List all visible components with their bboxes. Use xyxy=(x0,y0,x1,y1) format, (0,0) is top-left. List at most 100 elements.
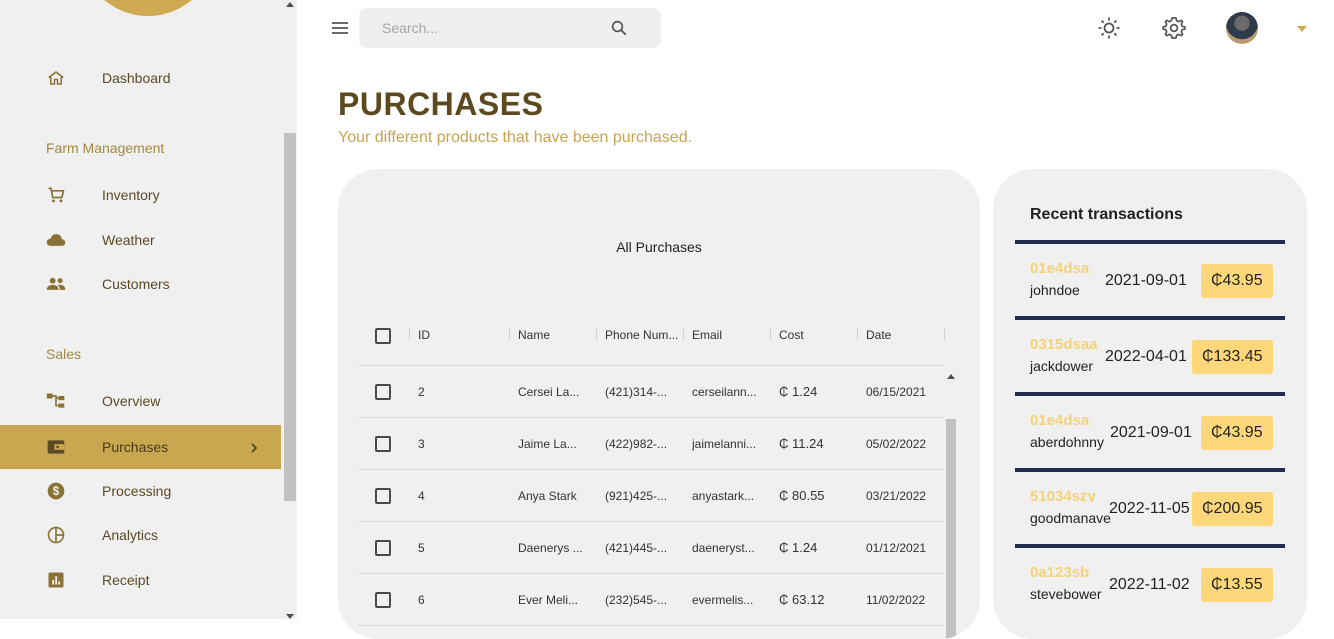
dollar-coin-icon: $ xyxy=(46,481,66,501)
cell-cost: ₵ 11.24 xyxy=(779,436,824,451)
column-header-name[interactable]: Name xyxy=(518,328,598,342)
transaction-date: 2021-09-01 xyxy=(1105,272,1187,289)
wallet-icon xyxy=(46,437,66,457)
transaction-user: goodmanave xyxy=(1030,510,1111,526)
receipt-bar-icon xyxy=(46,570,66,590)
table-row[interactable]: 2 Cersei La... (421)314-... cerseilann..… xyxy=(358,366,944,418)
transaction-item[interactable]: 01e4dsa johndoe 2021-09-01 ₵43.95 xyxy=(1015,240,1285,316)
column-header-phone[interactable]: Phone Num... xyxy=(605,328,685,342)
row-checkbox[interactable] xyxy=(375,384,391,400)
cell-email: evermelis... xyxy=(692,593,754,607)
column-separator[interactable] xyxy=(409,329,410,340)
table-row[interactable]: 3 Jaime La... (422)982-... jaimelanni...… xyxy=(358,418,944,470)
column-separator[interactable] xyxy=(596,329,597,340)
sidebar-item-customers[interactable]: Customers xyxy=(0,262,281,306)
transaction-id: 0315dsaa xyxy=(1030,336,1098,353)
table-header: ID Name Phone Num... Email Cost Date xyxy=(358,314,946,366)
cell-phone: (421)314-... xyxy=(605,385,668,399)
cell-cost: ₵ 80.55 xyxy=(779,488,825,503)
cell-id: 2 xyxy=(418,385,425,399)
transaction-item[interactable]: 01e4dsa aberdohnny 2021-09-01 ₵43.95 xyxy=(1015,392,1285,468)
column-separator[interactable] xyxy=(509,329,510,340)
transaction-id: 51034szv xyxy=(1030,488,1096,505)
org-chart-icon xyxy=(46,391,66,411)
table-scroll-up-arrow[interactable] xyxy=(947,374,955,379)
transaction-user: aberdohnny xyxy=(1030,434,1104,450)
sidebar-scroll-up-arrow[interactable] xyxy=(286,2,294,7)
cell-name: Daenerys ... xyxy=(518,541,583,555)
row-checkbox[interactable] xyxy=(375,540,391,556)
light-mode-icon[interactable] xyxy=(1097,16,1121,40)
row-checkbox[interactable] xyxy=(375,436,391,452)
column-separator[interactable] xyxy=(683,329,684,340)
sidebar-item-label: Overview xyxy=(102,393,161,409)
cell-date: 01/12/2021 xyxy=(866,541,927,555)
sidebar-scroll-down-arrow[interactable] xyxy=(286,614,294,619)
people-icon xyxy=(46,274,66,294)
recent-transactions-card: Recent transactions 01e4dsa johndoe 2021… xyxy=(993,169,1307,639)
cell-cost: ₵ 1.24 xyxy=(779,384,818,399)
home-icon xyxy=(46,68,66,88)
sidebar-item-inventory[interactable]: Inventory xyxy=(0,173,281,217)
sidebar-item-label: Customers xyxy=(102,276,170,292)
sidebar-item-analytics[interactable]: Analytics xyxy=(0,513,281,557)
sidebar-item-dashboard[interactable]: Dashboard xyxy=(0,56,281,100)
cell-cost: ₵ 63.12 xyxy=(779,592,825,607)
sidebar-item-label: Weather xyxy=(102,232,155,248)
column-header-date[interactable]: Date xyxy=(866,328,946,342)
sidebar-item-receipt[interactable]: Receipt xyxy=(0,558,281,602)
transaction-date: 2021-09-01 xyxy=(1110,424,1192,441)
chevron-right-icon xyxy=(248,441,260,453)
transaction-user: stevebower xyxy=(1030,586,1102,602)
cell-phone: (232)545-... xyxy=(605,593,668,607)
row-checkbox[interactable] xyxy=(375,488,391,504)
column-separator[interactable] xyxy=(944,329,945,340)
sidebar-item-processing[interactable]: $ Processing xyxy=(0,469,281,513)
sidebar-scrollbar[interactable] xyxy=(284,133,296,501)
cell-phone: (921)425-... xyxy=(605,489,668,503)
transaction-date: 2022-11-05 xyxy=(1109,500,1190,517)
column-separator[interactable] xyxy=(770,329,771,340)
transaction-amount: ₵13.55 xyxy=(1201,568,1273,602)
transaction-user: jackdower xyxy=(1030,358,1094,374)
sidebar-item-overview[interactable]: Overview xyxy=(0,379,281,423)
search-bar[interactable]: Search... xyxy=(359,8,661,48)
column-header-id[interactable]: ID xyxy=(418,328,498,342)
sidebar-item-purchases[interactable]: Purchases xyxy=(0,425,281,469)
transactions-title: Recent transactions xyxy=(1030,206,1183,223)
cell-name: Anya Stark xyxy=(518,489,577,503)
column-separator[interactable] xyxy=(857,329,858,340)
table-row[interactable]: 4 Anya Stark (921)425-... anyastark... ₵… xyxy=(358,470,944,522)
cell-email: anyastark... xyxy=(692,489,755,503)
transaction-user: johndoe xyxy=(1030,282,1080,298)
column-header-cost[interactable]: Cost xyxy=(779,328,859,342)
transaction-amount: ₵200.95 xyxy=(1192,492,1273,526)
transaction-item[interactable]: 0a123sb stevebower 2022-11-02 ₵13.55 xyxy=(1015,544,1285,620)
transaction-item[interactable]: 0315dsaa jackdower 2022-04-01 ₵133.45 xyxy=(1015,316,1285,392)
table-row[interactable]: 5 Daenerys ... (421)445-... daeneryst...… xyxy=(358,522,944,574)
settings-icon[interactable] xyxy=(1162,16,1186,40)
sidebar-item-label: Dashboard xyxy=(102,70,171,86)
cell-cost: ₵ 1.24 xyxy=(779,540,818,555)
sidebar-item-weather[interactable]: Weather xyxy=(0,218,281,262)
table-row[interactable]: 6 Ever Meli... (232)545-... evermelis...… xyxy=(358,574,944,626)
table-scrollbar[interactable] xyxy=(946,419,956,639)
cell-email: daeneryst... xyxy=(692,541,755,555)
transaction-item[interactable]: 51034szv goodmanave 2022-11-05 ₵200.95 xyxy=(1015,468,1285,544)
dropdown-arrow-icon[interactable] xyxy=(1297,26,1307,32)
transaction-amount: ₵43.95 xyxy=(1201,416,1273,450)
cell-id: 3 xyxy=(418,437,425,451)
menu-icon[interactable] xyxy=(332,21,348,35)
row-checkbox[interactable] xyxy=(375,592,391,608)
cell-phone: (421)445-... xyxy=(605,541,668,555)
avatar[interactable] xyxy=(1226,12,1258,44)
cloud-icon xyxy=(46,230,66,250)
select-all-checkbox[interactable] xyxy=(375,328,391,344)
search-icon[interactable] xyxy=(610,19,628,42)
cell-id: 6 xyxy=(418,593,425,607)
pie-chart-icon xyxy=(46,525,66,545)
transaction-id: 01e4dsa xyxy=(1030,412,1090,429)
search-input[interactable]: Search... xyxy=(382,20,438,36)
column-header-email[interactable]: Email xyxy=(692,328,772,342)
sidebar: Dashboard Farm Management Inventory Weat… xyxy=(0,0,297,619)
